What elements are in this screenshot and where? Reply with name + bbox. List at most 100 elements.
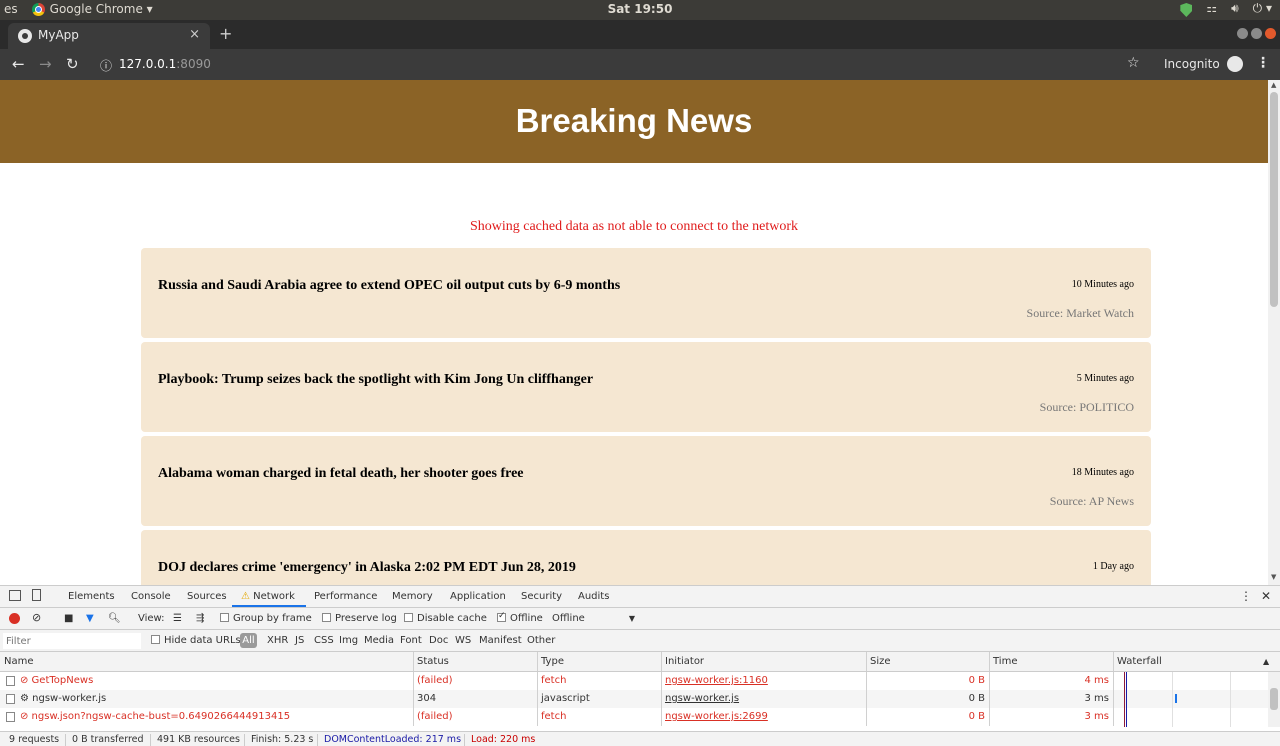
scroll-down-arrow-icon[interactable]: ▼ <box>1271 573 1276 581</box>
filter-manifest[interactable]: Manifest <box>479 635 522 646</box>
tab-security[interactable]: Security <box>521 591 562 602</box>
scrollbar-thumb[interactable] <box>1270 688 1278 710</box>
address-bar[interactable]: 127.0.0.1:8090 <box>119 57 211 71</box>
news-time-ago: 10 Minutes ago <box>1071 279 1134 290</box>
checkbox[interactable] <box>151 635 160 644</box>
news-card[interactable]: DOJ declares crime 'emergency' in Alaska… <box>141 530 1151 585</box>
filter-ws[interactable]: WS <box>455 635 471 646</box>
tab-sources[interactable]: Sources <box>187 591 227 602</box>
power-icon[interactable]: ⏻ ▾ <box>1253 1 1272 17</box>
disable-cache-checkbox[interactable]: Disable cache <box>404 613 487 624</box>
inspect-element-icon[interactable] <box>9 590 21 601</box>
devtools-menu-icon[interactable]: ⋮ <box>1240 589 1252 603</box>
request-name[interactable]: ⊘ ngsw.json?ngsw-cache-bust=0.6490266444… <box>20 711 290 722</box>
filter-js[interactable]: JS <box>295 635 304 646</box>
col-divider <box>661 652 662 671</box>
filter-xhr[interactable]: XHR <box>267 635 288 646</box>
checkbox[interactable] <box>404 613 413 622</box>
devtools-scrollbar[interactable] <box>1268 672 1280 727</box>
tab-memory[interactable]: Memory <box>392 591 433 602</box>
col-name[interactable]: Name <box>4 656 34 667</box>
search-icon[interactable]: 🔍︎ <box>108 613 121 624</box>
record-icon[interactable] <box>9 613 20 624</box>
filter-icon[interactable]: ▼ <box>86 613 94 624</box>
filter-media[interactable]: Media <box>364 635 394 646</box>
news-card[interactable]: Playbook: Trump seizes back the spotligh… <box>141 342 1151 432</box>
checkbox[interactable] <box>220 613 229 622</box>
col-time[interactable]: Time <box>993 656 1017 667</box>
overview-icon[interactable]: ⇶ <box>196 613 204 624</box>
col-divider <box>537 652 538 671</box>
scroll-up-arrow-icon[interactable]: ▲ <box>1271 81 1276 89</box>
volume-icon[interactable]: 🔊︎ <box>1231 1 1239 17</box>
table-row[interactable]: ⊘ ngsw.json?ngsw-cache-bust=0.6490266444… <box>0 708 1268 726</box>
minimize-button[interactable] <box>1237 28 1248 39</box>
hide-data-urls-checkbox[interactable]: Hide data URLs <box>151 635 241 646</box>
checkbox-checked[interactable] <box>497 611 506 622</box>
filter-font[interactable]: Font <box>400 635 422 646</box>
news-headline: DOJ declares crime 'emergency' in Alaska… <box>158 560 576 575</box>
request-initiator[interactable]: ngsw-worker.js <box>665 693 739 704</box>
window-controls <box>1237 28 1276 39</box>
col-waterfall[interactable]: Waterfall <box>1117 656 1162 667</box>
filter-all-button[interactable]: All <box>240 633 257 648</box>
tab-application[interactable]: Application <box>450 591 506 602</box>
devtools-close-icon[interactable]: ✕ <box>1261 589 1271 603</box>
col-status[interactable]: Status <box>417 656 449 667</box>
tab-audits[interactable]: Audits <box>578 591 609 602</box>
incognito-icon[interactable] <box>1227 56 1243 72</box>
info-icon[interactable]: ⓘ <box>100 57 112 74</box>
scrollbar-thumb[interactable] <box>1270 92 1278 307</box>
clear-icon[interactable]: ⊘ <box>32 611 41 624</box>
capture-screenshots-icon[interactable]: ■ <box>64 613 73 624</box>
clock[interactable]: Sat 19:50 <box>0 2 1280 16</box>
back-arrow-icon[interactable]: ← <box>12 55 25 73</box>
reload-icon[interactable]: ↻ <box>66 55 79 73</box>
request-initiator[interactable]: ngsw-worker.js:1160 <box>665 675 768 686</box>
bookmark-star-icon[interactable]: ☆ <box>1127 55 1140 71</box>
device-toolbar-icon[interactable] <box>32 589 41 601</box>
waterfall-marker <box>1124 672 1125 727</box>
menu-kebab-icon[interactable]: ⋮ <box>1256 55 1270 71</box>
tab-close-icon[interactable]: × <box>189 27 200 42</box>
browser-tab[interactable]: MyApp × <box>8 23 210 49</box>
forward-arrow-icon[interactable]: → <box>39 55 52 73</box>
close-window-button[interactable] <box>1265 28 1276 39</box>
col-divider <box>413 652 414 671</box>
offline-checkbox[interactable]: Offline <box>497 611 543 624</box>
request-type: javascript <box>541 693 590 704</box>
request-name[interactable]: ⊘ GetTopNews <box>20 675 93 686</box>
filter-input[interactable] <box>3 633 141 649</box>
filter-css[interactable]: CSS <box>314 635 334 646</box>
throttling-select[interactable]: Offline ▼ <box>552 613 635 624</box>
maximize-button[interactable] <box>1251 28 1262 39</box>
sort-up-icon[interactable]: ▲ <box>1263 657 1269 666</box>
table-row[interactable]: ⊘ GetTopNews (failed) fetch ngsw-worker.… <box>0 672 1268 690</box>
filter-img[interactable]: Img <box>339 635 358 646</box>
preserve-log-checkbox[interactable]: Preserve log <box>322 613 397 624</box>
col-type[interactable]: Type <box>541 656 564 667</box>
request-initiator[interactable]: ngsw-worker.js:2699 <box>665 711 768 722</box>
news-card[interactable]: Alabama woman charged in fetal death, he… <box>141 436 1151 526</box>
shield-icon[interactable] <box>1180 3 1193 17</box>
large-rows-icon[interactable]: ☰ <box>173 613 182 624</box>
checkbox[interactable] <box>322 613 331 622</box>
col-size[interactable]: Size <box>870 656 891 667</box>
col-divider <box>866 690 867 708</box>
tab-performance[interactable]: Performance <box>314 591 377 602</box>
col-initiator[interactable]: Initiator <box>665 656 704 667</box>
network-icon[interactable]: ⚏ <box>1206 1 1217 17</box>
page-scrollbar[interactable]: ▲ ▼ <box>1268 80 1280 585</box>
new-tab-button[interactable]: + <box>219 24 232 43</box>
filter-doc[interactable]: Doc <box>429 635 448 646</box>
tab-elements[interactable]: Elements <box>68 591 115 602</box>
filter-other[interactable]: Other <box>527 635 555 646</box>
request-name[interactable]: ⚙ ngsw-worker.js <box>20 693 106 704</box>
tab-console[interactable]: Console <box>131 591 171 602</box>
group-by-frame-checkbox[interactable]: Group by frame <box>220 613 312 624</box>
news-card[interactable]: Russia and Saudi Arabia agree to extend … <box>141 248 1151 338</box>
page-viewport: Breaking News Showing cached data as not… <box>0 80 1268 585</box>
table-row[interactable]: ⚙ ngsw-worker.js 304 javascript ngsw-wor… <box>0 690 1268 708</box>
tab-network[interactable]: ⚠ Network <box>241 591 295 602</box>
col-divider <box>989 690 990 708</box>
